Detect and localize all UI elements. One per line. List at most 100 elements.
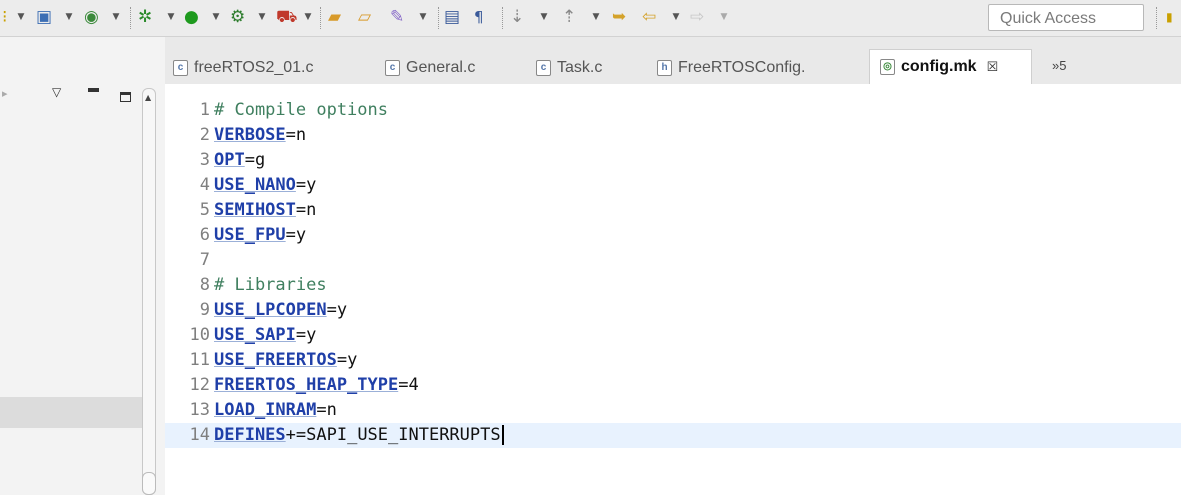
tab-label: freeRTOS2_01.c bbox=[194, 59, 314, 76]
scrollbar-thumb[interactable] bbox=[142, 472, 156, 495]
tab-overflow-button[interactable]: »5 bbox=[1052, 58, 1066, 73]
tab-freertos2-01-c[interactable]: c freeRTOS2_01.c bbox=[173, 53, 313, 83]
code-text[interactable]: USE_FPU=y bbox=[214, 223, 306, 248]
variable-value: n bbox=[326, 400, 337, 420]
close-tab-icon[interactable]: ☒ bbox=[987, 59, 999, 75]
open-project-icon[interactable]: ▱ bbox=[358, 5, 371, 29]
toolbar-item-icon[interactable]: ⁝ bbox=[2, 5, 7, 29]
code-text[interactable]: DEFINES+=SAPI_USE_INTERRUPTS bbox=[214, 423, 504, 448]
minimize-icon[interactable] bbox=[88, 88, 99, 92]
variable-name: VERBOSE bbox=[214, 125, 286, 145]
variable-name: USE_LPCOPEN bbox=[214, 300, 327, 320]
new-c-file-icon[interactable]: ▣ bbox=[36, 5, 52, 29]
code-text[interactable]: OPT=g bbox=[214, 148, 265, 173]
toggle-outline-icon[interactable]: ▤ bbox=[444, 5, 460, 29]
assignment-operator: = bbox=[285, 125, 296, 145]
toolbar-separator bbox=[438, 7, 440, 29]
dropdown-arrow-icon[interactable]: ▼ bbox=[303, 5, 313, 29]
open-folder-icon[interactable]: ▰ bbox=[328, 5, 341, 29]
comment-text: # Libraries bbox=[214, 275, 327, 295]
dropdown-arrow-icon[interactable]: ▼ bbox=[591, 5, 601, 29]
show-whitespace-icon[interactable]: ¶ bbox=[474, 5, 484, 29]
tab-label: config.mk bbox=[901, 58, 977, 75]
dropdown-arrow-icon[interactable]: ▼ bbox=[671, 5, 681, 29]
run-icon[interactable]: ● bbox=[184, 5, 199, 29]
code-text[interactable]: USE_NANO=y bbox=[214, 173, 316, 198]
scroll-up-arrow-icon[interactable]: ▲ bbox=[145, 93, 151, 102]
code-text[interactable]: FREERTOS_HEAP_TYPE=4 bbox=[214, 373, 419, 398]
code-text[interactable]: # Compile options bbox=[214, 98, 388, 123]
tab-config-mk[interactable]: ◎ config.mk ☒ bbox=[869, 49, 1032, 84]
code-line[interactable]: 2 VERBOSE=n bbox=[165, 123, 1181, 148]
assignment-operator: = bbox=[244, 150, 255, 170]
code-line[interactable]: 11 USE_FREERTOS=y bbox=[165, 348, 1181, 373]
code-editor[interactable]: 1 # Compile options 2 VERBOSE=n 3 OPT=g 4 USE_N… bbox=[165, 84, 1181, 495]
maximize-icon[interactable] bbox=[120, 92, 131, 102]
code-line[interactable]: 10 USE_SAPI=y bbox=[165, 323, 1181, 348]
vertical-scrollbar[interactable]: ▲ bbox=[142, 88, 156, 495]
code-text[interactable]: LOAD_INRAM=n bbox=[214, 398, 337, 423]
forward-icon[interactable]: ⇨ bbox=[690, 5, 704, 29]
code-text[interactable]: # Libraries bbox=[214, 273, 327, 298]
external-tools-icon[interactable]: ⛟ bbox=[276, 5, 297, 29]
code-line[interactable]: 5 SEMIHOST=n bbox=[165, 198, 1181, 223]
code-line[interactable]: 6 USE_FPU=y bbox=[165, 223, 1181, 248]
previous-annotation-icon[interactable]: ⇡ bbox=[562, 5, 576, 29]
search-tool-icon[interactable]: ✎ bbox=[390, 5, 404, 29]
assignment-operator: = bbox=[398, 375, 409, 395]
line-number: 14 bbox=[189, 425, 210, 445]
dropdown-arrow-icon[interactable]: ▼ bbox=[719, 5, 729, 29]
dropdown-arrow-icon[interactable]: ▼ bbox=[539, 5, 549, 29]
line-number: 6 bbox=[199, 225, 210, 245]
next-annotation-icon[interactable]: ⇣ bbox=[510, 5, 524, 29]
run-configurations-icon[interactable]: ⚙ bbox=[230, 5, 245, 29]
c-source-file-icon: c bbox=[173, 60, 188, 76]
dropdown-arrow-icon[interactable]: ▼ bbox=[211, 5, 221, 29]
assignment-operator: = bbox=[316, 400, 327, 420]
perspective-icon[interactable]: ▮ bbox=[1166, 5, 1173, 29]
assignment-operator: = bbox=[295, 200, 307, 220]
code-text[interactable]: USE_LPCOPEN=y bbox=[214, 298, 347, 323]
dropdown-arrow-icon[interactable]: ▼ bbox=[16, 5, 26, 29]
dropdown-arrow-icon[interactable]: ▼ bbox=[257, 5, 267, 29]
toolbar-separator bbox=[320, 7, 322, 29]
new-class-icon[interactable]: ◉ bbox=[84, 5, 99, 29]
assignment-operator: = bbox=[295, 175, 307, 195]
dropdown-arrow-icon[interactable]: ▼ bbox=[418, 5, 428, 29]
code-line[interactable]: 3 OPT=g bbox=[165, 148, 1181, 173]
debug-icon[interactable]: ✲ bbox=[138, 5, 152, 29]
text-cursor bbox=[501, 425, 504, 445]
tab-task-c[interactable]: c Task.c bbox=[536, 53, 602, 83]
code-line[interactable]: 14 DEFINES+=SAPI_USE_INTERRUPTS bbox=[165, 423, 1181, 448]
back-icon[interactable]: ⇦ bbox=[642, 5, 656, 29]
view-menu-icon[interactable]: ▸ bbox=[2, 87, 8, 100]
main-toolbar: ⁝ ▼ ▣ ▼ ◉ ▼ ✲ ▼ ● ▼ ⚙ ▼ ⛟ ▼ ▰ ▱ ✎ ▼ ▤ ¶ … bbox=[0, 0, 1181, 37]
tab-general-c[interactable]: c General.c bbox=[385, 53, 475, 83]
variable-value: y bbox=[306, 325, 317, 345]
dropdown-arrow-icon[interactable]: ▼ bbox=[64, 5, 74, 29]
code-line[interactable]: 12 FREERTOS_HEAP_TYPE=4 bbox=[165, 373, 1181, 398]
dropdown-arrow-icon[interactable]: ▼ bbox=[166, 5, 176, 29]
line-number: 4 bbox=[199, 175, 210, 195]
dropdown-arrow-icon[interactable]: ▼ bbox=[111, 5, 121, 29]
code-line[interactable]: 1 # Compile options bbox=[165, 98, 1181, 123]
code-line[interactable]: 4 USE_NANO=y bbox=[165, 173, 1181, 198]
selected-row-highlight bbox=[0, 397, 142, 428]
view-menu-chevron-down-icon[interactable]: ▽ bbox=[52, 85, 61, 99]
code-text[interactable]: USE_FREERTOS=y bbox=[214, 348, 357, 373]
code-line[interactable]: 13 LOAD_INRAM=n bbox=[165, 398, 1181, 423]
line-number: 9 bbox=[199, 300, 210, 320]
code-text[interactable]: VERBOSE=n bbox=[214, 123, 306, 148]
code-line[interactable]: 7 bbox=[165, 248, 1181, 273]
code-line[interactable]: 8 # Libraries bbox=[165, 273, 1181, 298]
quick-access-input[interactable]: Quick Access bbox=[988, 4, 1144, 31]
code-text[interactable]: USE_SAPI=y bbox=[214, 323, 316, 348]
variable-name: DEFINES bbox=[214, 425, 286, 445]
last-edit-location-icon[interactable]: ➥ bbox=[612, 5, 626, 29]
line-number: 2 bbox=[199, 125, 210, 145]
code-line[interactable]: 9 USE_LPCOPEN=y bbox=[165, 298, 1181, 323]
tab-freertosconfig-h[interactable]: h FreeRTOSConfig. bbox=[657, 53, 805, 83]
code-text[interactable]: SEMIHOST=n bbox=[214, 198, 316, 223]
variable-value: SAPI_USE_INTERRUPTS bbox=[306, 425, 501, 445]
toolbar-separator bbox=[502, 7, 504, 29]
